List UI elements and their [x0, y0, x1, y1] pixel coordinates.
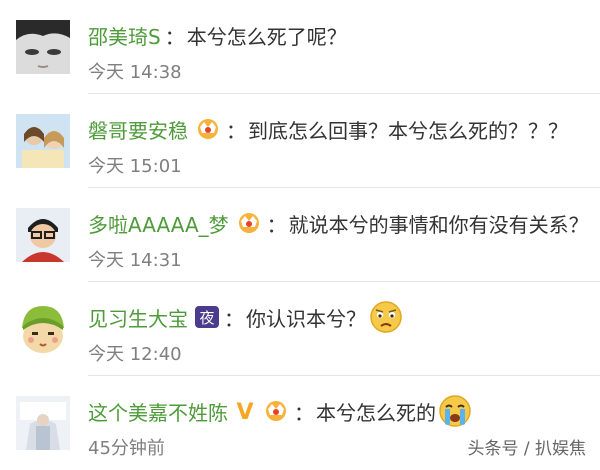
username[interactable]: 磐哥要安稳: [88, 115, 188, 144]
comment-text: 就说本兮的事情和你有没有关系？: [288, 212, 589, 237]
avatar[interactable]: [16, 114, 70, 168]
separator: ：: [226, 118, 246, 143]
comment-text: 本兮怎么死了呢？: [186, 24, 347, 49]
svg-text:夜: 夜: [199, 309, 214, 327]
comment-line: 多啦AAAAA_梦 ： 就说本兮的事情和你有没有关系？: [88, 206, 589, 240]
comment-line: 见习生大宝 夜 ： 你认识本兮？: [88, 300, 404, 334]
comment-item: 见习生大宝 夜 ： 你认识本兮？ 今天 12:40: [0, 282, 600, 376]
night-badge-icon: 夜: [194, 305, 220, 329]
separator: ：: [224, 306, 244, 331]
timestamp: 今天 14:38: [88, 62, 182, 83]
watermark: 头条号 / 扒娱焦: [467, 439, 586, 459]
timestamp: 今天 12:40: [88, 344, 182, 365]
username[interactable]: 见习生大宝: [88, 303, 188, 332]
username[interactable]: 这个美嘉不姓陈: [88, 397, 228, 426]
avatar[interactable]: [16, 20, 70, 74]
comment-line: 邵美琦S ： 本兮怎么死了呢？: [88, 18, 347, 52]
comment-item: 多啦AAAAA_梦 ： 就说本兮的事情和你有没有关系？ 今天 14:31: [0, 188, 600, 282]
timestamp: 今天 14:31: [88, 250, 182, 271]
avatar[interactable]: [16, 302, 70, 356]
separator: ：: [294, 400, 314, 425]
comment-text: 到底怎么回事？本兮怎么死的？？？: [248, 118, 568, 143]
vip-crown-icon: [235, 211, 263, 235]
username[interactable]: 邵美琦S: [88, 21, 161, 50]
comment-item: 磐哥要安稳 ： 到底怎么回事？本兮怎么死的？？？ 今天 15:01: [0, 94, 600, 188]
comment-line: 磐哥要安稳 ： 到底怎么回事？本兮怎么死的？？？: [88, 112, 568, 146]
avatar[interactable]: [16, 396, 70, 450]
avatar[interactable]: [16, 208, 70, 262]
separator: ：: [266, 212, 287, 237]
sad-face-icon: [368, 300, 404, 334]
comment-line: 这个美嘉不姓陈 V ： 本兮怎么死的: [88, 394, 472, 428]
crying-face-icon: [438, 394, 472, 428]
timestamp: 45分钟前: [88, 438, 165, 459]
timestamp: 今天 15:01: [88, 156, 182, 177]
username[interactable]: 多啦AAAAA_梦: [88, 209, 229, 238]
vip-crown-icon: [194, 117, 222, 141]
comment-text: 本兮怎么死的: [316, 400, 436, 425]
vip-crown-icon: [262, 399, 290, 423]
verified-v-icon: V: [234, 399, 256, 423]
comment-item: 邵美琦S ： 本兮怎么死了呢？ 今天 14:38: [0, 0, 600, 94]
svg-text:V: V: [236, 400, 253, 423]
comment-text: 你认识本兮？: [246, 306, 366, 331]
separator: ：: [164, 24, 185, 49]
